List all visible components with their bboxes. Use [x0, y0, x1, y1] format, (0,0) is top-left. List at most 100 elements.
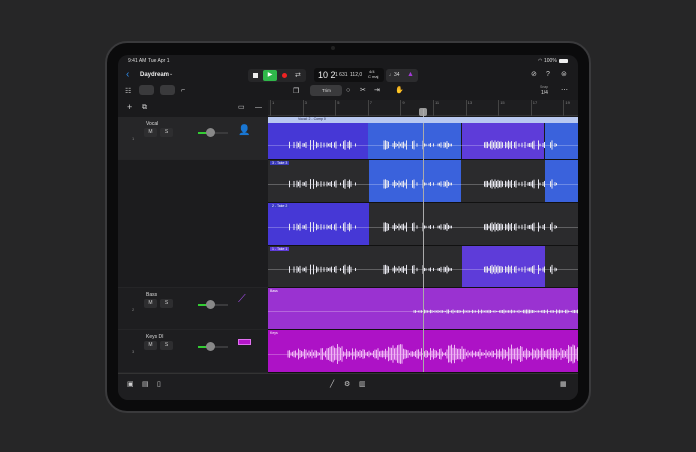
playhead[interactable] [423, 109, 424, 372]
solo-button[interactable]: S [160, 341, 173, 350]
loop-icon[interactable]: ○ [346, 87, 350, 94]
track-header-keys[interactable]: 3 Keys DI M S [118, 330, 268, 373]
duplicate-track-icon[interactable]: ⧉ [142, 104, 147, 111]
waveform-bar [515, 180, 517, 188]
waveform-bar [469, 352, 470, 356]
waveform-bar [508, 265, 509, 274]
waveform-bar [571, 310, 572, 313]
waveform-bar [416, 310, 418, 313]
library-icon[interactable]: ▣ [127, 381, 134, 388]
waveform-bar [398, 180, 400, 188]
solo-button[interactable]: S [160, 128, 173, 137]
waveform-bar [566, 349, 568, 359]
waveform-bar [515, 223, 517, 231]
plugin-icon[interactable]: ⚙ [344, 381, 350, 388]
add-track-icon[interactable]: + [127, 103, 132, 112]
track-header-vocal[interactable]: 1 Vocal M S 👤 [118, 117, 268, 160]
waveform-bar [491, 310, 493, 313]
waveform-bar [446, 180, 448, 188]
lcd-display[interactable]: 10 2 1 631 112,0 4/4 C maj [314, 68, 384, 82]
volume-slider[interactable] [198, 128, 228, 137]
inspector-button[interactable] [160, 85, 175, 95]
automation-icon[interactable]: ⌐ [181, 87, 185, 94]
waveform-bar [391, 347, 392, 361]
track-options-icon[interactable]: ▭ [238, 104, 245, 111]
waveform-bar [553, 348, 554, 360]
copy-icon[interactable]: ❐ [293, 88, 299, 95]
solo-button[interactable]: S [160, 299, 173, 308]
waveform-bar [317, 181, 319, 187]
waveform-bar [500, 265, 502, 274]
waveform-bar [500, 180, 502, 188]
keyboard-toggle-icon[interactable]: ▦ [560, 381, 567, 388]
waveform-bar [542, 309, 544, 314]
cycle-button[interactable]: ⇄ [295, 71, 301, 79]
waveform-bar [493, 350, 494, 358]
notes-icon[interactable]: ▯ [157, 381, 161, 388]
pencil-icon[interactable]: ╱ [330, 381, 334, 388]
project-title[interactable]: Daydream [140, 72, 169, 78]
waveform-bar [502, 224, 503, 230]
waveform-bar [478, 351, 479, 357]
ruler-tick: 9 [400, 100, 405, 116]
mute-button[interactable]: M [144, 299, 157, 308]
split-icon[interactable]: ✂ [360, 87, 366, 94]
waveform-bar [542, 224, 544, 230]
chevron-down-icon[interactable]: ⌄ [169, 72, 173, 77]
waveform-bar [425, 268, 427, 271]
tracks-view-button[interactable] [139, 85, 154, 95]
waveform-bar [511, 141, 512, 149]
waveform-bar [479, 310, 481, 313]
mute-button[interactable]: M [144, 128, 157, 137]
count-in-metronome[interactable]: ♩34 ▲ [386, 69, 418, 82]
waveform-bar [326, 224, 328, 230]
waveform-bar [437, 352, 439, 356]
stop-button[interactable] [253, 73, 258, 78]
waveform-bar [514, 266, 515, 273]
waveform-bar [488, 143, 490, 147]
back-chevron-icon[interactable]: ‹ [126, 70, 129, 80]
waveform-bar [395, 347, 397, 361]
help-icon[interactable]: ? [546, 71, 550, 78]
catch-icon[interactable]: ✋ [395, 87, 404, 94]
waveform-bar [403, 180, 404, 188]
collapse-icon[interactable]: — [255, 104, 262, 111]
clock-icon[interactable]: ⊘ [531, 71, 537, 78]
trim-tool-button[interactable]: Trim [310, 85, 342, 96]
snap-value[interactable]: 1/4 [541, 90, 548, 96]
mute-button[interactable]: M [144, 341, 157, 350]
waveform-bar [506, 142, 508, 148]
play-button[interactable]: ▶ [263, 70, 277, 81]
join-icon[interactable]: ⇥ [374, 87, 380, 94]
waveform-bar [395, 142, 397, 148]
waveform-bar [439, 349, 440, 359]
waveform-bar [343, 141, 344, 149]
waveform-bar [382, 350, 383, 358]
waveform-bar [413, 351, 415, 357]
volume-slider[interactable] [198, 300, 228, 309]
track-header-bass[interactable]: 2 Bass M S ⟋ [118, 288, 268, 330]
more-icon[interactable]: ⋯ [561, 87, 568, 94]
record-button[interactable] [282, 73, 287, 78]
waveform-bar [350, 266, 352, 273]
waveform-bar [518, 143, 520, 147]
comp-header[interactable]: Vocal: 2 - Comp 0 [268, 117, 578, 123]
mixer-icon[interactable]: ▤ [142, 381, 149, 388]
waveform-bar [302, 182, 304, 186]
browser-icon[interactable]: ☷ [125, 88, 131, 95]
waveform-bar [433, 225, 434, 229]
waveform-bar [539, 268, 541, 271]
smart-controls-icon[interactable]: ▥ [359, 381, 366, 388]
waveform-bar [511, 180, 512, 188]
waveform-bar [392, 225, 394, 229]
settings-icon[interactable]: ⊜ [561, 71, 567, 78]
waveform-bar [395, 181, 397, 187]
waveform-bar [524, 180, 526, 188]
waveform-bar [556, 182, 557, 186]
waveform-bar [293, 223, 295, 231]
volume-slider[interactable] [198, 342, 228, 351]
waveform-bar [497, 140, 499, 150]
waveform-bar [526, 348, 527, 360]
waveform-bar [491, 179, 493, 189]
waveform-bar [416, 225, 418, 229]
